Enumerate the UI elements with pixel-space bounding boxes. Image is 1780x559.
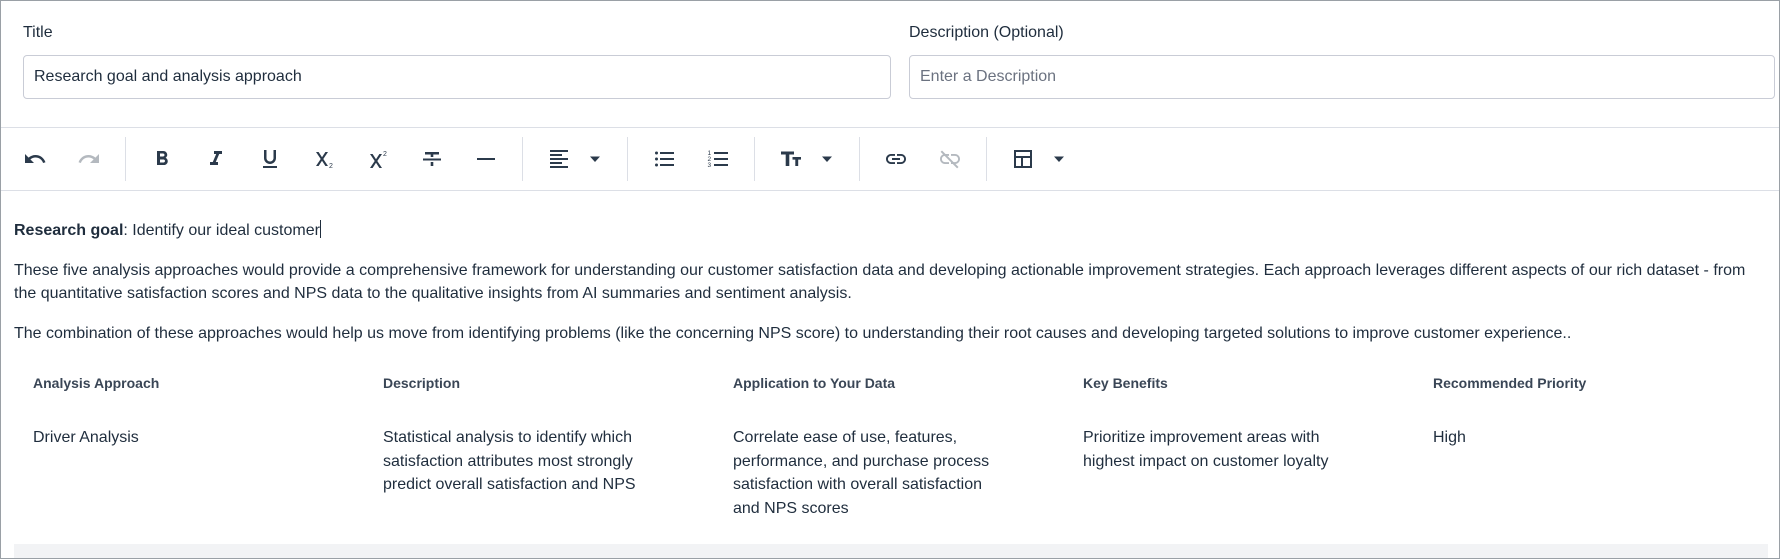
undo-button[interactable]	[15, 139, 55, 179]
subscript-button[interactable]: 2	[304, 139, 344, 179]
chevron-down-icon	[822, 156, 832, 162]
svg-text:3: 3	[708, 162, 712, 169]
italic-icon	[210, 151, 222, 165]
superscript-icon: 2	[370, 151, 387, 168]
underline-button[interactable]	[250, 139, 290, 179]
text-cursor	[319, 220, 321, 238]
align-dropdown-button[interactable]	[585, 139, 605, 179]
description-label: Description (Optional)	[909, 24, 1064, 41]
toolbar-divider	[125, 137, 126, 181]
toolbar-divider	[522, 137, 523, 181]
bullet-list-icon	[655, 151, 674, 167]
unlink-button[interactable]	[930, 139, 970, 179]
undo-icon	[25, 154, 46, 163]
chevron-down-icon	[1054, 156, 1064, 162]
toolbar-divider	[859, 137, 860, 181]
chevron-down-icon	[590, 156, 600, 162]
table-icon	[1014, 150, 1032, 168]
svg-text:2: 2	[383, 151, 387, 158]
link-icon	[886, 154, 906, 164]
underline-icon	[263, 150, 277, 168]
table-header: Analysis Approach	[33, 375, 160, 391]
bullet-list-button[interactable]	[644, 139, 684, 179]
table-button[interactable]	[1003, 139, 1043, 179]
subscript-icon: 2	[316, 152, 333, 170]
link-button[interactable]	[876, 139, 916, 179]
text-size-icon	[781, 151, 801, 166]
goal-label: Research goal	[14, 222, 124, 239]
unlink-icon	[940, 150, 960, 169]
table-header: Description	[383, 375, 461, 391]
paragraph: The combination of these approaches woul…	[14, 324, 1572, 342]
table-cell: Prioritize improvement areas with highes…	[1083, 429, 1329, 470]
numbered-list-button[interactable]: 123	[698, 139, 738, 179]
divider	[1, 190, 1779, 191]
toolbar-divider	[986, 137, 987, 181]
table-header: Application to Your Data	[733, 375, 896, 391]
align-left-icon	[550, 150, 568, 168]
redo-icon	[78, 154, 99, 163]
horizontal-rule-icon	[477, 158, 495, 160]
table-header: Recommended Priority	[1433, 375, 1587, 391]
table-cell: High	[1433, 429, 1466, 446]
bold-icon	[157, 151, 168, 165]
header-fields: Title Description (Optional)	[1, 1, 1779, 127]
toolbar-divider	[627, 137, 628, 181]
italic-button[interactable]	[196, 139, 236, 179]
bold-button[interactable]	[142, 139, 182, 179]
table-cell: Correlate ease of use, features, perform…	[733, 429, 990, 517]
superscript-button[interactable]: 2	[358, 139, 398, 179]
research-goal-line: Research goal: Identify our ideal custom…	[14, 219, 1768, 243]
paragraph: These five analysis approaches would pro…	[14, 261, 1746, 303]
description-field: Description (Optional)	[909, 21, 1775, 99]
align-button[interactable]	[539, 139, 579, 179]
toolbar-divider	[754, 137, 755, 181]
goal-text: : Identify our ideal customer	[123, 222, 320, 239]
title-input[interactable]	[23, 55, 891, 99]
description-input[interactable]	[909, 55, 1775, 99]
editor-toolbar: 2 2 123	[1, 128, 1779, 190]
title-field: Title	[23, 21, 891, 99]
table-dropdown-button[interactable]	[1049, 139, 1069, 179]
table-header-row: Analysis Approach Description Applicatio…	[14, 366, 1768, 400]
strikethrough-icon	[423, 152, 441, 166]
editor-frame: Title Description (Optional) 2	[0, 0, 1780, 559]
analysis-table: Analysis Approach Description Applicatio…	[14, 366, 1768, 520]
table-cell: Driver Analysis	[33, 429, 139, 446]
numbered-list-icon: 123	[708, 150, 728, 169]
strikethrough-button[interactable]	[412, 139, 452, 179]
table-header: Key Benefits	[1083, 375, 1168, 391]
horizontal-scrollbar[interactable]	[14, 544, 1768, 558]
table-row: Driver Analysis Statistical analysis to …	[14, 400, 1768, 520]
svg-text:2: 2	[329, 163, 333, 170]
text-size-dropdown-button[interactable]	[817, 139, 837, 179]
text-size-button[interactable]	[771, 139, 811, 179]
redo-button[interactable]	[69, 139, 109, 179]
rich-text-editor[interactable]: Research goal: Identify our ideal custom…	[14, 219, 1768, 361]
horizontal-rule-button[interactable]	[466, 139, 506, 179]
table-cell: Statistical analysis to identify which s…	[383, 429, 636, 493]
title-label: Title	[23, 24, 53, 41]
